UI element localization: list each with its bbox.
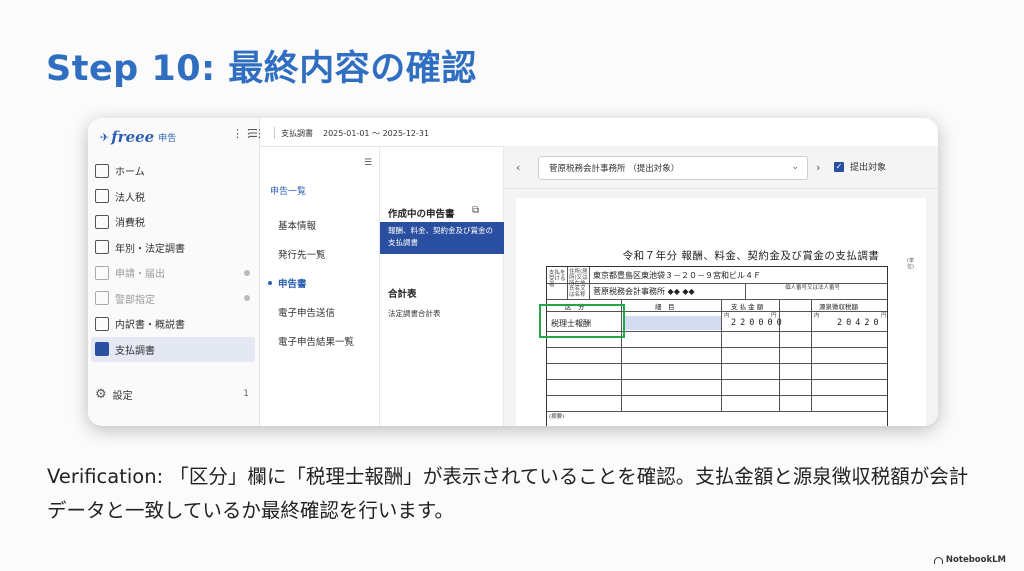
brand: ✈ freee 申告: [100, 128, 176, 146]
chevron-down-icon: ⌄: [791, 162, 799, 172]
consumption-tax-icon: [95, 214, 109, 229]
submit-target-label: 提出対象: [850, 163, 887, 173]
report-icon: [95, 316, 109, 331]
sidebar-item-payment-records[interactable]: 支払調書: [91, 336, 255, 362]
copy-icon[interactable]: ⧉: [472, 205, 479, 216]
nav-e-filing-results[interactable]: 電子申告結果一覧: [268, 326, 354, 355]
brand-sub: 申告: [158, 133, 177, 144]
home-icon: [95, 163, 109, 178]
payee-label: 支払を受ける者: [549, 270, 566, 288]
name-value: 菅原税務会計事務所 ◆◆ ◆◆: [593, 287, 695, 296]
monitor-icon: [95, 291, 109, 306]
chevron-left-icon[interactable]: ‹: [516, 161, 520, 174]
unit-inner: 内: [814, 313, 820, 319]
sidebar-item-settings[interactable]: ⚙ 設定 1: [95, 386, 255, 402]
withholding-amount: 20420: [837, 318, 883, 328]
application-icon: [95, 265, 109, 280]
payee-select-value: 菅原税務会計事務所 （提出対象）: [549, 164, 680, 174]
payee-select[interactable]: 菅原税務会計事務所 （提出対象） ⌄: [538, 156, 808, 180]
sidebar-item-breakdown[interactable]: 内訳書・概説書: [88, 311, 260, 337]
nav-basic-info[interactable]: 基本情報: [268, 210, 354, 239]
corporate-tax-icon: [95, 189, 109, 204]
sidebar-item-label: 年別・法定調書: [115, 243, 185, 255]
sidebar-item-label: 法人税: [115, 192, 145, 204]
sidebar-item-applications[interactable]: 申請・届出: [88, 260, 260, 286]
status-dot-icon: [244, 269, 250, 276]
sidebar-item-corporate-tax[interactable]: 法人税: [88, 184, 260, 210]
name-label: 氏名又は名称: [569, 286, 586, 298]
declaration-nav: ☰ 申告一覧 基本情報 発行先一覧 申告書 電子申告送信 電子申告結果一覧: [260, 146, 380, 426]
payment-header: 支 払 金 額: [731, 303, 764, 311]
freee-logo-icon: ✈: [100, 130, 110, 144]
documents-panel: 作成中の申告書 ⧉ 報酬、料金、契約金及び賞金の支払調書 合計表 法定調書合計表: [380, 146, 504, 426]
my-number-label: 個人番号又は法人番号: [785, 285, 841, 291]
total-heading: 合計表: [388, 289, 417, 300]
period-range[interactable]: 2025-01-01 〜 2025-12-31: [323, 128, 429, 139]
document-preview: ‹ 菅原税務会計事務所 （提出対象） ⌄ › ✓ 提出対象 令和７年分 報酬、料…: [504, 146, 938, 426]
sidebar-item-label: 申請・届出: [115, 269, 165, 281]
verification-highlight-box: [539, 304, 625, 338]
slide-title: Step 10: 最終内容の確認: [46, 49, 477, 89]
sidebar-item-label: ホーム: [115, 167, 145, 179]
form-title: 令和７年分 報酬、料金、契約金及び賞金の支払調書: [622, 250, 880, 262]
app-screenshot: ✈ freee 申告 ⋮⋮⋮ ☰ ホーム 法人税 消費税 年別・法定調書 申請・…: [88, 118, 938, 426]
gear-icon: ⚙: [95, 386, 107, 402]
details-cell-highlight: [625, 316, 721, 330]
notebooklm-logo-icon: [933, 556, 943, 564]
form-grid: 支払を受ける者 住所(居所)又は所在地 東京都豊島区東池袋３－２０－９宮和ビル４…: [539, 266, 888, 426]
divider: [504, 188, 938, 189]
sidebar-item-statutory-reports[interactable]: 年別・法定調書: [88, 235, 260, 261]
footer-brand: NotebookLM: [933, 555, 1006, 565]
unit-inner: 内: [724, 313, 730, 319]
chevron-right-icon[interactable]: ›: [816, 161, 820, 174]
settings-count: 1: [243, 389, 249, 399]
checkbox-checked-icon[interactable]: ✓: [834, 161, 844, 172]
document-icon: [95, 240, 109, 255]
slide-caption: Verification: 「区分」欄に「税理士報酬」が表示されていることを確認…: [47, 465, 969, 522]
settings-label: 設定: [112, 390, 133, 402]
sidebar-item-consumption-tax[interactable]: 消費税: [88, 209, 260, 235]
address-label: 住所(居所)又は所在地: [569, 269, 588, 287]
declaration-list-heading[interactable]: 申告一覧: [270, 184, 306, 197]
brand-logo: freee: [111, 128, 155, 146]
payment-amount: 220000: [731, 318, 786, 328]
payment-record-icon: [95, 342, 109, 357]
sidebar-item-home[interactable]: ホーム: [88, 158, 260, 184]
active-document-item[interactable]: 報酬、料金、契約金及び賞金の支払調書: [380, 222, 504, 254]
collapse-sidebar-icon[interactable]: ☰: [248, 127, 258, 140]
remarks-label: (摘要): [549, 414, 565, 420]
nav-issuer-list[interactable]: 発行先一覧: [268, 239, 354, 268]
collapse-panel-icon[interactable]: ☰: [364, 158, 372, 168]
footer-brand-label: NotebookLM: [945, 555, 1006, 565]
nav-e-filing-send[interactable]: 電子申告送信: [268, 297, 354, 326]
submit-target-toggle[interactable]: ✓ 提出対象: [834, 160, 886, 173]
margin-note: (単位): [907, 258, 914, 270]
period-label: 支払調書: [281, 128, 313, 138]
address-value: 東京都豊島区東池袋３－２０－９宮和ビル４Ｆ: [593, 271, 761, 280]
payment-record-form: 令和７年分 報酬、料金、契約金及び賞金の支払調書 支払を受ける者 住所(居所)又…: [516, 198, 926, 426]
sidebar-item-label: 警部指定: [115, 294, 155, 306]
sidebar-item-designation[interactable]: 警部指定: [88, 286, 260, 312]
divider: [274, 127, 275, 139]
in-progress-heading: 作成中の申告書: [388, 209, 455, 220]
status-dot-icon: [244, 295, 250, 302]
period-bar: 支払調書 2025-01-01 〜 2025-12-31: [274, 126, 434, 140]
withholding-header: 源泉徴収税額: [819, 303, 858, 311]
sidebar-nav: ホーム 法人税 消費税 年別・法定調書 申請・届出 警部指定 内訳書・概説書 支…: [88, 158, 260, 362]
sidebar-item-label: 消費税: [115, 218, 145, 230]
total-document-item[interactable]: 法定調書合計表: [388, 308, 441, 319]
preview-toolbar: ‹ 菅原税務会計事務所 （提出対象） ⌄ › ✓ 提出対象: [504, 156, 938, 180]
sidebar: ✈ freee 申告 ⋮⋮⋮ ☰ ホーム 法人税 消費税 年別・法定調書 申請・…: [88, 118, 265, 426]
sidebar-item-label: 支払調書: [115, 345, 155, 357]
nav-declaration-form[interactable]: 申告書: [268, 268, 354, 297]
sidebar-item-label: 内訳書・概説書: [115, 320, 185, 332]
details-header: 細 目: [655, 303, 675, 311]
